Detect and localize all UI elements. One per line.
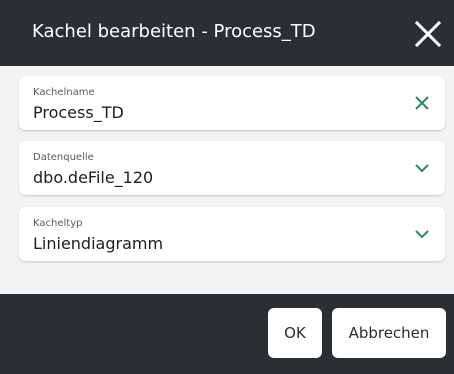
tile-type-value: Liniendiagramm bbox=[33, 234, 164, 253]
chevron-down-icon[interactable] bbox=[413, 225, 431, 243]
dialog-footer: OK Abbrechen bbox=[0, 294, 454, 374]
chevron-down-icon[interactable] bbox=[413, 159, 431, 177]
tile-type-label: Kacheltyp bbox=[33, 218, 83, 229]
tile-name-value: Process_TD bbox=[33, 103, 124, 122]
close-icon bbox=[414, 20, 442, 48]
cancel-button[interactable]: Abbrechen bbox=[332, 308, 446, 358]
dialog-title: Kachel bearbeiten - Process_TD bbox=[32, 21, 316, 42]
dialog-body: Kachelname Process_TD Datenquelle dbo.de… bbox=[0, 66, 454, 294]
tile-name-field[interactable]: Kachelname Process_TD bbox=[19, 76, 445, 130]
ok-button[interactable]: OK bbox=[268, 308, 322, 358]
tile-type-select[interactable]: Kacheltyp Liniendiagramm bbox=[19, 207, 445, 261]
clear-icon[interactable] bbox=[413, 94, 431, 112]
dialog-header: Kachel bearbeiten - Process_TD bbox=[0, 0, 454, 66]
data-source-label: Datenquelle bbox=[33, 152, 94, 163]
edit-tile-dialog: Kachel bearbeiten - Process_TD Kachelnam… bbox=[0, 0, 454, 374]
data-source-value: dbo.deFile_120 bbox=[33, 168, 154, 187]
data-source-select[interactable]: Datenquelle dbo.deFile_120 bbox=[19, 141, 445, 195]
close-button[interactable] bbox=[412, 18, 444, 50]
tile-name-label: Kachelname bbox=[33, 87, 95, 98]
